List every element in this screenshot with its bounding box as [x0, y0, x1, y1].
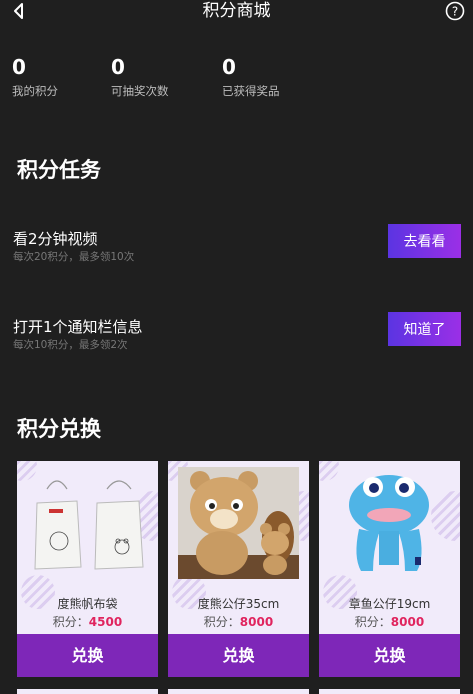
stat-value: 0	[111, 55, 125, 79]
stat-label: 我的积分	[12, 84, 58, 98]
help-icon[interactable]: ?	[445, 1, 465, 21]
product-name: 章鱼公仔19cm	[348, 597, 431, 611]
svg-text:?: ?	[452, 5, 458, 19]
exchange-button[interactable]: 兑换	[319, 634, 460, 677]
product-card-next-row	[17, 689, 158, 694]
product-name: 度熊公仔35cm	[197, 597, 280, 611]
exchange-button[interactable]: 兑换	[17, 634, 158, 677]
stats-bar: 0 我的积分 0 可抽奖次数 0 已获得奖品	[0, 56, 473, 106]
product-points: 积分：8000	[203, 615, 274, 629]
product-card-bear-plush[interactable]: 度熊公仔35cm 积分：8000 兑换	[168, 461, 309, 677]
header: 积分商城 ?	[0, 0, 473, 24]
stat-prizes-won: 0 已获得奖品	[222, 56, 280, 98]
stat-my-points: 0 我的积分	[12, 56, 58, 98]
stat-label: 已获得奖品	[222, 84, 280, 98]
bear-plush-image	[178, 467, 299, 579]
exchange-section-title: 积分兑换	[17, 417, 101, 441]
product-name: 度熊帆布袋	[57, 597, 118, 611]
stat-value: 0	[12, 55, 26, 79]
octopus-plush-image	[349, 475, 429, 571]
product-points: 积分：4500	[52, 615, 123, 629]
stat-label: 可抽奖次数	[111, 84, 169, 98]
task-item-open-notification: 打开1个通知栏信息 每次10积分，最多领2次 知道了	[13, 312, 461, 358]
product-points: 积分：8000	[354, 615, 425, 629]
stat-draw-chances: 0 可抽奖次数	[111, 56, 169, 98]
task-item-watch-video: 看2分钟视频 每次20积分，最多领10次 去看看	[13, 224, 461, 270]
points-value: 8000	[239, 615, 274, 629]
watch-video-button[interactable]: 去看看	[388, 224, 461, 258]
canvas-bag-image	[34, 480, 144, 570]
product-card-next-row	[168, 689, 309, 694]
page-title: 积分商城	[202, 1, 271, 21]
points-value: 4500	[88, 615, 123, 629]
got-it-button[interactable]: 知道了	[388, 312, 461, 346]
tasks-section-title: 积分任务	[17, 158, 101, 182]
exchange-button[interactable]: 兑换	[168, 634, 309, 677]
product-card-octopus-plush[interactable]: 章鱼公仔19cm 积分：8000 兑换	[319, 461, 460, 677]
points-value: 8000	[390, 615, 425, 629]
product-card-canvas-bag[interactable]: 度熊帆布袋 积分：4500 兑换	[17, 461, 158, 677]
stat-value: 0	[222, 55, 236, 79]
product-card-next-row	[319, 689, 460, 694]
